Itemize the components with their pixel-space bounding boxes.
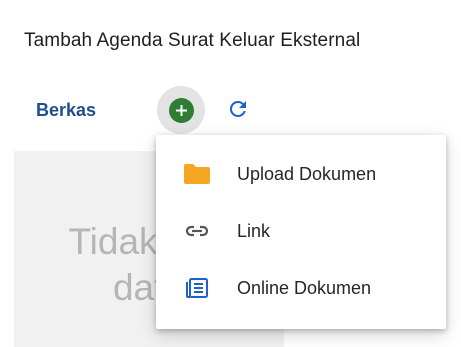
folder-icon	[182, 162, 212, 186]
dialog: Tambah Agenda Surat Keluar Eksternal Ber…	[14, 14, 461, 347]
menu-item-label: Link	[237, 221, 271, 241]
menu-item-link[interactable]: Link	[156, 203, 446, 259]
add-attachment-button[interactable]	[157, 86, 205, 134]
add-circle-icon	[168, 97, 194, 123]
online-document-icon	[182, 276, 212, 300]
link-icon	[182, 219, 212, 243]
refresh-icon	[229, 100, 246, 117]
menu-item-label: Upload Dokumen	[237, 164, 377, 184]
add-menu: Upload Dokumen Link Online Dokumen	[156, 135, 446, 329]
berkas-label: Berkas	[36, 100, 97, 120]
menu-item-online-dokumen[interactable]: Online Dokumen	[156, 260, 446, 316]
menu-item-label: Online Dokumen	[237, 278, 372, 298]
page-title: Tambah Agenda Surat Keluar Eksternal	[24, 30, 361, 51]
menu-item-upload-dokumen[interactable]: Upload Dokumen	[156, 146, 446, 202]
refresh-button[interactable]	[225, 96, 251, 122]
